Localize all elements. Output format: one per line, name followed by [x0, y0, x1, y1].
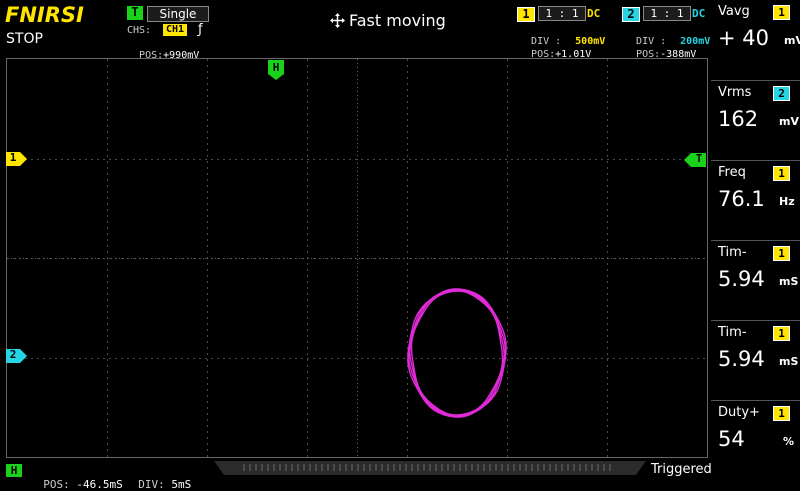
measurement-name: Freq [718, 165, 746, 180]
measurement-value: 5.94 [718, 267, 765, 291]
run-state[interactable]: STOP [6, 31, 43, 47]
measurement-value: 54 [718, 427, 745, 451]
measurement-item[interactable]: Freq 1 76.1 Hz [711, 160, 800, 238]
trigger-badge: T [127, 6, 143, 20]
measurement-value: 5.94 [718, 347, 765, 371]
trigger-level-marker[interactable]: T [684, 152, 706, 167]
measurement-name: Vavg [718, 4, 750, 19]
measurement-item[interactable]: Duty+ 1 54% [711, 400, 800, 478]
measurement-unit: mS [779, 275, 799, 288]
ch1-marker-label: 1 [9, 151, 17, 164]
trigger-marker-label: T [695, 152, 703, 165]
measurement-value: + 40 [718, 26, 769, 50]
rising-edge-icon[interactable]: ƒ [198, 22, 203, 37]
measurement-channel-badge: 2 [773, 86, 790, 101]
memory-scrollbar-track [214, 461, 646, 475]
move-mode-label: Fast moving [349, 11, 446, 30]
measurement-channel-badge: 1 [773, 326, 790, 341]
measurement-unit: mV [784, 34, 800, 47]
xy-lissajous-trace [407, 288, 507, 418]
ch1-pos: POS:+1.01V [519, 38, 591, 60]
measurement-channel-badge: 1 [773, 406, 790, 421]
brand-logo: FNIRSI [5, 3, 84, 27]
ch2-coupling[interactable]: DC [692, 7, 705, 20]
measurement-name: Vrms [718, 85, 752, 100]
ch2-pos: POS:-388mV [624, 38, 696, 60]
ch1-coupling[interactable]: DC [587, 7, 600, 20]
measurement-unit: % [783, 435, 795, 448]
trigger-source-value[interactable]: CH1 [163, 24, 187, 36]
measurement-unit: mS [779, 355, 799, 368]
ch2-marker-label: 2 [9, 348, 17, 361]
trigger-status: Triggered [651, 462, 712, 477]
waveform-area[interactable] [6, 58, 708, 458]
ch1-probe-ratio[interactable]: 1 : 1 [538, 6, 586, 21]
h-marker-label: H [272, 61, 280, 74]
measurement-name: Tim- [718, 245, 747, 260]
h-position-marker[interactable]: H [268, 60, 284, 80]
graticule [7, 59, 707, 457]
measurement-channel-badge: 1 [773, 246, 790, 261]
ch2-offset-marker[interactable]: 2 [6, 348, 28, 363]
measurement-item[interactable]: Tim- 1 5.94 mS [711, 320, 800, 398]
ch2-badge[interactable]: 2 [622, 7, 640, 22]
trigger-mode-button[interactable]: Single [147, 6, 209, 22]
trigger-source-label: CHS: [127, 25, 152, 36]
measurement-value: 76.1 [718, 187, 765, 211]
measurement-unit: Hz [779, 195, 795, 208]
timebase-badge[interactable]: H [6, 464, 22, 477]
measurement-item[interactable]: Vavg 1 + 40 mV [711, 0, 800, 78]
move-mode-indicator[interactable]: Fast moving [330, 11, 446, 30]
ch2-probe-ratio[interactable]: 1 : 1 [643, 6, 691, 21]
memory-scrollbar[interactable] [214, 460, 646, 475]
measurement-name: Duty+ [718, 405, 760, 420]
move-arrows-icon [330, 13, 345, 28]
measurement-item[interactable]: Vrms 2 162 mV [711, 80, 800, 158]
ch1-badge[interactable]: 1 [517, 7, 535, 22]
measurement-channel-badge: 1 [773, 166, 790, 181]
measurement-item[interactable]: Tim- 1 5.94 mS [711, 240, 800, 318]
measurement-value: 162 [718, 107, 759, 131]
timebase-pos: POS: -46.5mS [30, 465, 122, 491]
measurement-channel-badge: 1 [773, 5, 790, 20]
measurement-name: Tim- [718, 325, 747, 340]
ch1-offset-marker[interactable]: 1 [6, 151, 28, 166]
timebase-div: DIV: 5mS [125, 465, 191, 491]
measurement-unit: mV [779, 115, 799, 128]
